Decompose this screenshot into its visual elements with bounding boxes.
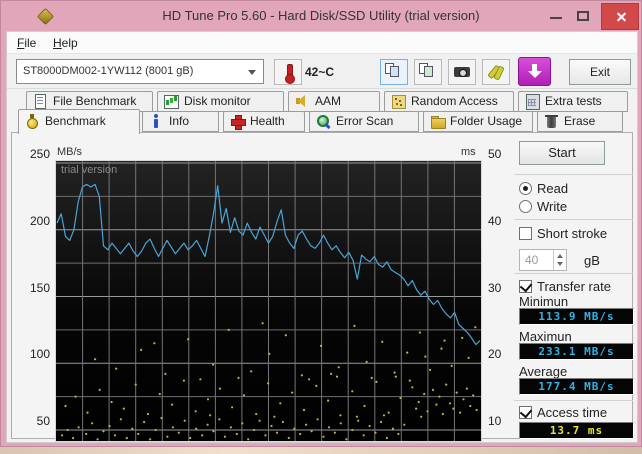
tab-label: File Benchmark xyxy=(53,94,137,108)
titlebar: HD Tune Pro 5.60 - Hard Disk/SSD Utility… xyxy=(1,1,641,31)
separator xyxy=(514,273,633,274)
menu-bar: File Help xyxy=(7,32,637,54)
menu-help[interactable]: Help xyxy=(49,36,82,50)
benchmark-page: MB/s ms 250 200 150 100 50 50 40 30 20 1… xyxy=(11,132,634,442)
temperature-value: 42~C xyxy=(305,65,335,79)
tab-folder-usage[interactable]: Folder Usage xyxy=(423,111,533,132)
document-icon xyxy=(33,94,48,109)
tab-health[interactable]: Health xyxy=(223,111,305,132)
tab-label: AAM xyxy=(315,94,342,108)
window-title: HD Tune Pro 5.60 - Hard Disk/SSD Utility… xyxy=(162,8,480,23)
app-client-area: File Help ST8000DM002-1YW112 (8001 gB) 4… xyxy=(6,31,638,443)
minimum-value: 113.9 MB/s xyxy=(519,308,634,325)
tab-aam[interactable]: AAM xyxy=(288,91,380,112)
chart-canvas xyxy=(56,161,481,441)
tab-label: Disk monitor xyxy=(184,94,251,108)
maximum-value: 233.1 MB/s xyxy=(519,343,634,360)
maximum-label: Maximun xyxy=(519,329,572,344)
copy-image-button[interactable] xyxy=(380,59,408,85)
tab-info[interactable]: Info xyxy=(142,111,219,132)
separator xyxy=(514,400,633,401)
minimize-icon[interactable] xyxy=(550,17,562,19)
access-time-value: 13.7 ms xyxy=(519,422,634,439)
benchmark-chart: trial version xyxy=(55,160,482,442)
trash-icon xyxy=(544,114,559,128)
monitor-chart-icon xyxy=(164,94,179,109)
short-stroke-size-spinner[interactable]: 40 xyxy=(519,249,567,271)
transfer-rate-checkbox[interactable] xyxy=(519,280,532,293)
update-download-button[interactable] xyxy=(518,57,551,86)
left-axis-unit: MB/s xyxy=(57,146,83,158)
toolbar: ST8000DM002-1YW112 (8001 gB) 42~C Exit xyxy=(7,55,637,89)
options-button[interactable] xyxy=(482,59,510,85)
drive-selector[interactable]: ST8000DM002-1YW112 (8001 gB) xyxy=(16,59,264,84)
close-button[interactable] xyxy=(601,3,639,30)
write-radio[interactable] xyxy=(519,200,532,213)
read-label: Read xyxy=(537,181,569,196)
magnifier-icon xyxy=(316,114,331,128)
thermometer-icon xyxy=(284,64,295,84)
separator xyxy=(514,174,633,175)
read-radio[interactable] xyxy=(519,182,532,195)
dice-icon xyxy=(391,94,406,109)
tab-label: Extra tests xyxy=(545,94,602,108)
short-stroke-size-value: 40 xyxy=(525,253,539,267)
tab-label: Erase xyxy=(564,114,596,128)
right-axis-ticks: 50 40 30 20 10 xyxy=(488,147,502,428)
left-axis-ticks: 250 200 150 100 50 xyxy=(29,147,50,428)
tab-label: Random Access xyxy=(411,94,498,108)
tab-error-scan[interactable]: Error Scan xyxy=(309,111,419,132)
app-window: HD Tune Pro 5.60 - Hard Disk/SSD Utility… xyxy=(0,0,642,447)
folder-icon xyxy=(430,114,446,129)
average-label: Average xyxy=(519,364,568,379)
tab-random-access[interactable]: Random Access xyxy=(384,91,514,112)
menu-file[interactable]: File xyxy=(13,36,40,50)
tab-label: Error Scan xyxy=(336,114,394,128)
temperature-button[interactable] xyxy=(274,59,302,85)
tab-extra-tests[interactable]: Extra tests xyxy=(518,91,628,112)
tab-disk-monitor[interactable]: Disk monitor xyxy=(157,91,284,112)
tab-label: Benchmark xyxy=(45,114,106,128)
tab-label: Info xyxy=(169,114,190,128)
access-time-label: Access time xyxy=(537,405,608,420)
drive-selector-value: ST8000DM002-1YW112 (8001 gB) xyxy=(23,65,194,77)
copy-text-button[interactable] xyxy=(414,59,442,85)
exit-button[interactable]: Exit xyxy=(569,59,631,85)
screenshot-button[interactable] xyxy=(448,59,476,85)
start-button[interactable]: Start xyxy=(519,141,605,165)
maximize-icon[interactable] xyxy=(577,11,589,21)
right-axis-unit: ms xyxy=(461,146,476,158)
tab-label: Folder Usage xyxy=(450,114,523,128)
short-stroke-checkbox[interactable] xyxy=(519,227,532,240)
access-time-checkbox[interactable] xyxy=(519,406,532,419)
short-stroke-label: Short stroke xyxy=(537,226,608,241)
health-cross-icon xyxy=(230,114,246,130)
short-stroke-unit: gB xyxy=(584,253,600,268)
tab-benchmark[interactable]: Benchmark xyxy=(18,109,140,134)
trial-watermark: trial version xyxy=(61,164,118,176)
tab-label: Health xyxy=(250,114,285,128)
write-label: Write xyxy=(537,199,568,214)
tab-erase[interactable]: Erase xyxy=(537,111,623,132)
transfer-rate-label: Transfer rate xyxy=(537,279,611,294)
chevron-down-icon xyxy=(248,70,256,75)
info-icon xyxy=(149,114,164,128)
average-value: 177.4 MB/s xyxy=(519,378,634,395)
minimum-label: Minimun xyxy=(519,294,569,309)
separator xyxy=(514,219,633,220)
speaker-icon xyxy=(295,94,310,108)
spinner-arrows-icon[interactable] xyxy=(553,250,566,270)
calculator-icon xyxy=(525,94,540,110)
stopwatch-icon xyxy=(25,114,40,129)
